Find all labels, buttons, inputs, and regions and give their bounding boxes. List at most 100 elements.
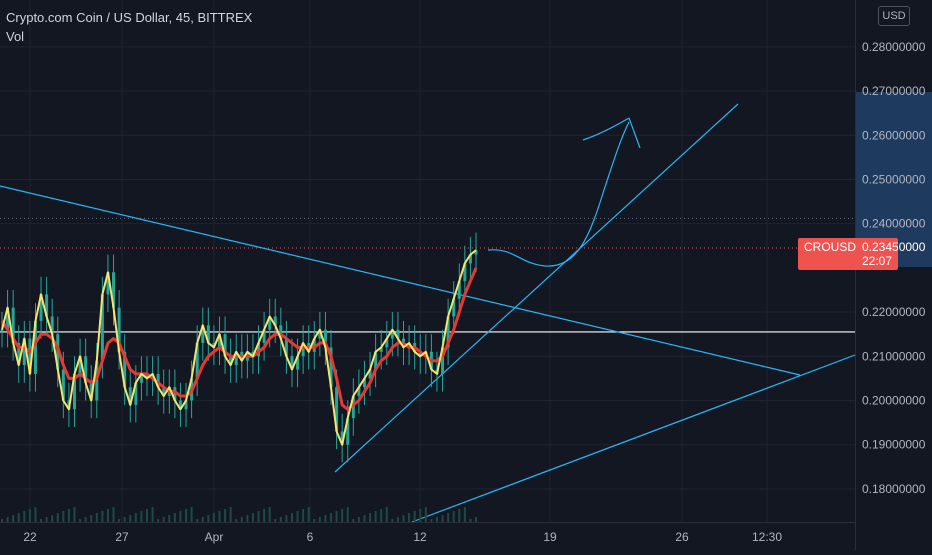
x-tick-label: 12:30	[752, 530, 782, 544]
volume-bar	[447, 513, 450, 522]
volume-bar	[201, 517, 204, 522]
volume-bar	[118, 519, 121, 522]
price-tag-symbol: CROUSD	[804, 240, 857, 254]
volume-bar	[257, 511, 260, 522]
volume-bar	[123, 517, 126, 522]
volume-bar	[251, 513, 254, 522]
volume-bar	[23, 511, 26, 522]
volume-bar	[28, 509, 31, 522]
volume-bar	[469, 519, 472, 522]
currency-button[interactable]: USD	[878, 6, 910, 26]
volume-bar	[40, 519, 43, 522]
candle-body	[0, 329, 4, 332]
volume-bar	[190, 507, 193, 522]
volume-bar	[424, 507, 427, 522]
price-tag-value: 0.23450000	[862, 240, 926, 254]
volume-bar	[73, 507, 76, 522]
y-tick-label: 0.26000000	[862, 128, 926, 142]
volume-bar	[475, 517, 477, 522]
volume-bar	[341, 509, 344, 522]
volume-bar	[17, 513, 20, 522]
volume-bar	[196, 519, 199, 522]
x-tick-label: 12	[413, 530, 427, 544]
volume-bar	[435, 517, 438, 522]
y-tick-label: 0.24000000	[862, 217, 926, 231]
volume-bar	[106, 509, 109, 522]
volume-bar	[179, 511, 182, 522]
volume-bar	[145, 509, 148, 522]
ascending-trendline-lower	[411, 354, 856, 523]
x-tick-label: 27	[115, 530, 129, 544]
volume-bar	[430, 519, 433, 522]
y-tick-label: 0.25000000	[862, 172, 926, 186]
y-tick-label: 0.22000000	[862, 305, 926, 319]
volume-bar	[463, 507, 466, 522]
volume-bar	[218, 511, 221, 522]
volume-bar	[352, 519, 355, 522]
volume-bar	[212, 513, 215, 522]
y-tick-label: 0.20000000	[862, 393, 926, 407]
volume-bar	[112, 507, 115, 522]
volume-bar	[402, 515, 405, 522]
volume-bar	[6, 517, 9, 522]
volume-bar	[235, 519, 238, 522]
arrow-head-right	[628, 117, 641, 149]
volume-bar	[324, 515, 327, 522]
volume-bar	[62, 511, 65, 522]
volume-bar	[357, 517, 360, 522]
volume-bar	[318, 517, 321, 522]
volume-bar	[263, 509, 266, 522]
volume-bar	[307, 507, 310, 522]
volume-bar	[157, 519, 160, 522]
volume-bar	[162, 517, 165, 522]
y-tick-label: 0.18000000	[862, 482, 926, 496]
volume-bar	[101, 511, 104, 522]
volume-label: Vol	[6, 29, 25, 44]
price-chart[interactable]: 0.28000000 0.27000000 0.26000000 0.25000000…	[0, 0, 932, 550]
volume-bar	[51, 515, 54, 522]
volume-bar	[134, 513, 137, 522]
x-tick-label: 19	[543, 530, 557, 544]
y-tick-label: 0.19000000	[862, 438, 926, 452]
y-tick-label: 0.27000000	[862, 84, 926, 98]
volume-bar	[330, 513, 333, 522]
volume-bar	[290, 513, 293, 522]
volume-bar	[313, 519, 316, 522]
volume-bar	[185, 509, 188, 522]
volume-bar	[458, 509, 461, 522]
volume-bar	[129, 515, 132, 522]
volume-bar	[12, 515, 15, 522]
volume-bar	[419, 509, 422, 522]
volume-bar	[140, 511, 143, 522]
volume-bar	[1, 519, 3, 522]
volume-bar	[229, 507, 232, 522]
chart-area[interactable]: 0.28000000 0.27000000 0.26000000 0.25000000…	[0, 0, 932, 550]
volume-bar	[302, 509, 305, 522]
volume-bar	[346, 507, 349, 522]
volume-bar	[335, 511, 338, 522]
symbol-title: Crypto.com Coin / US Dollar, 45, BITTREX	[6, 10, 253, 25]
x-tick-label: 22	[23, 530, 37, 544]
volume-bar	[84, 517, 87, 522]
volume-bar	[173, 513, 176, 522]
volume-bar	[374, 511, 377, 522]
volume-bar	[396, 517, 399, 522]
projection-curve	[487, 121, 630, 267]
volume-bar	[385, 507, 388, 522]
volume-bar	[34, 507, 37, 522]
volume-bar	[413, 511, 416, 522]
volume-bar	[224, 509, 227, 522]
x-tick-label: 26	[675, 530, 689, 544]
volume-bar	[391, 519, 394, 522]
volume-bar	[441, 515, 444, 522]
volume-bar	[67, 509, 70, 522]
volume-bar	[268, 507, 271, 522]
volume-bar	[90, 515, 93, 522]
volume-bar	[369, 513, 372, 522]
volume-bar	[452, 511, 455, 522]
volume-bar	[151, 507, 154, 522]
volume-bar	[408, 513, 411, 522]
chart-legend: Crypto.com Coin / US Dollar, 45, BITTREX…	[6, 8, 252, 46]
volume-bar	[240, 517, 243, 522]
volume-bar	[246, 515, 249, 522]
